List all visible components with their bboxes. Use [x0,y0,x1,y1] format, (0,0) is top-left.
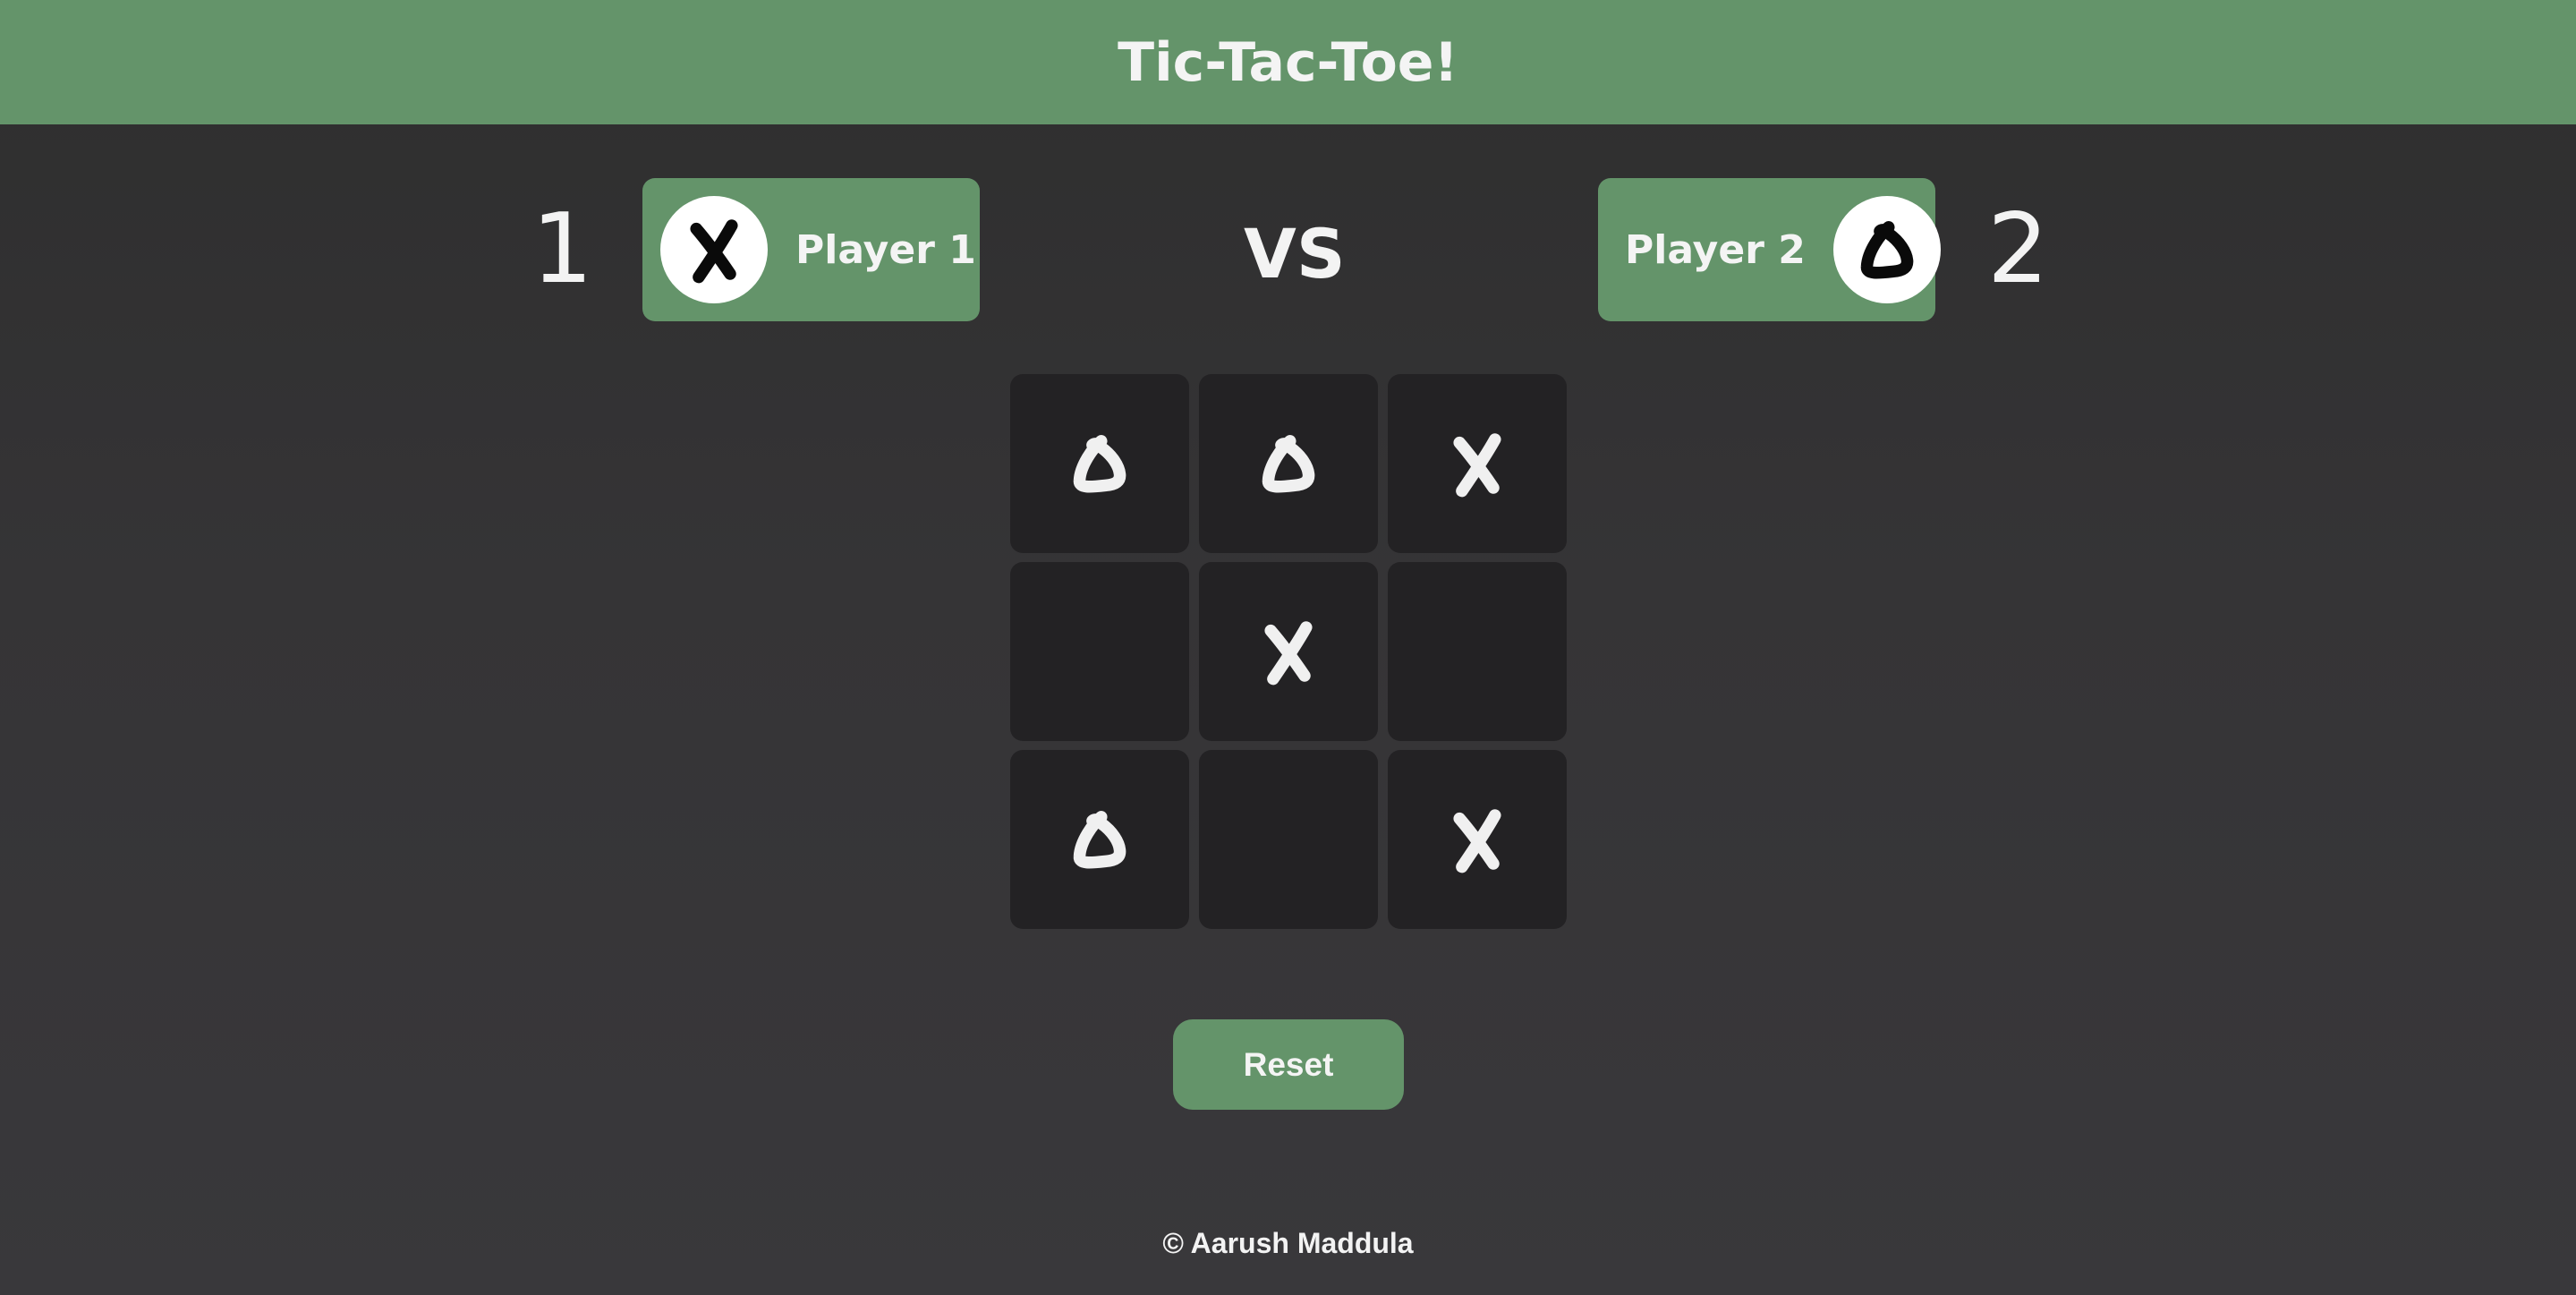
x-mark-icon [1453,433,1501,498]
board-cell-3[interactable] [1388,374,1567,553]
player-2-name: Player 2 [1625,226,1806,273]
player-2-score: 2 [1987,193,2049,305]
board-cell-2[interactable] [1199,374,1378,553]
o-mark-icon [1073,435,1126,493]
player-1-score: 1 [531,193,593,305]
board-cell-4[interactable] [1010,562,1189,741]
footer-copyright: © Aarush Maddula [1162,1227,1414,1259]
player-1-card: Player 1 [642,178,980,321]
board-cell-8[interactable] [1199,750,1378,929]
player-1-name: Player 1 [795,226,976,273]
o-mark-icon [1860,221,1914,279]
board-cell-7[interactable] [1010,750,1189,929]
player-2-card: Player 2 [1598,178,1941,321]
game-board [1010,374,1567,930]
vs-label: VS [1244,214,1346,294]
board-cell-9[interactable] [1388,750,1567,929]
x-mark-icon [1453,809,1501,873]
x-mark-icon [690,219,738,284]
x-mark-icon [1264,621,1313,686]
board-cell-1[interactable] [1010,374,1189,553]
player-1-avatar [660,196,768,303]
reset-button[interactable]: Reset [1173,1019,1404,1110]
o-mark-icon [1073,811,1126,869]
player-2-avatar [1832,196,1941,303]
page-title: Tic-Tac-Toe! [1118,30,1458,94]
board-cell-5[interactable] [1199,562,1378,741]
board-cell-6[interactable] [1388,562,1567,741]
o-mark-icon [1262,435,1315,493]
app-header: Tic-Tac-Toe! [0,0,2576,124]
